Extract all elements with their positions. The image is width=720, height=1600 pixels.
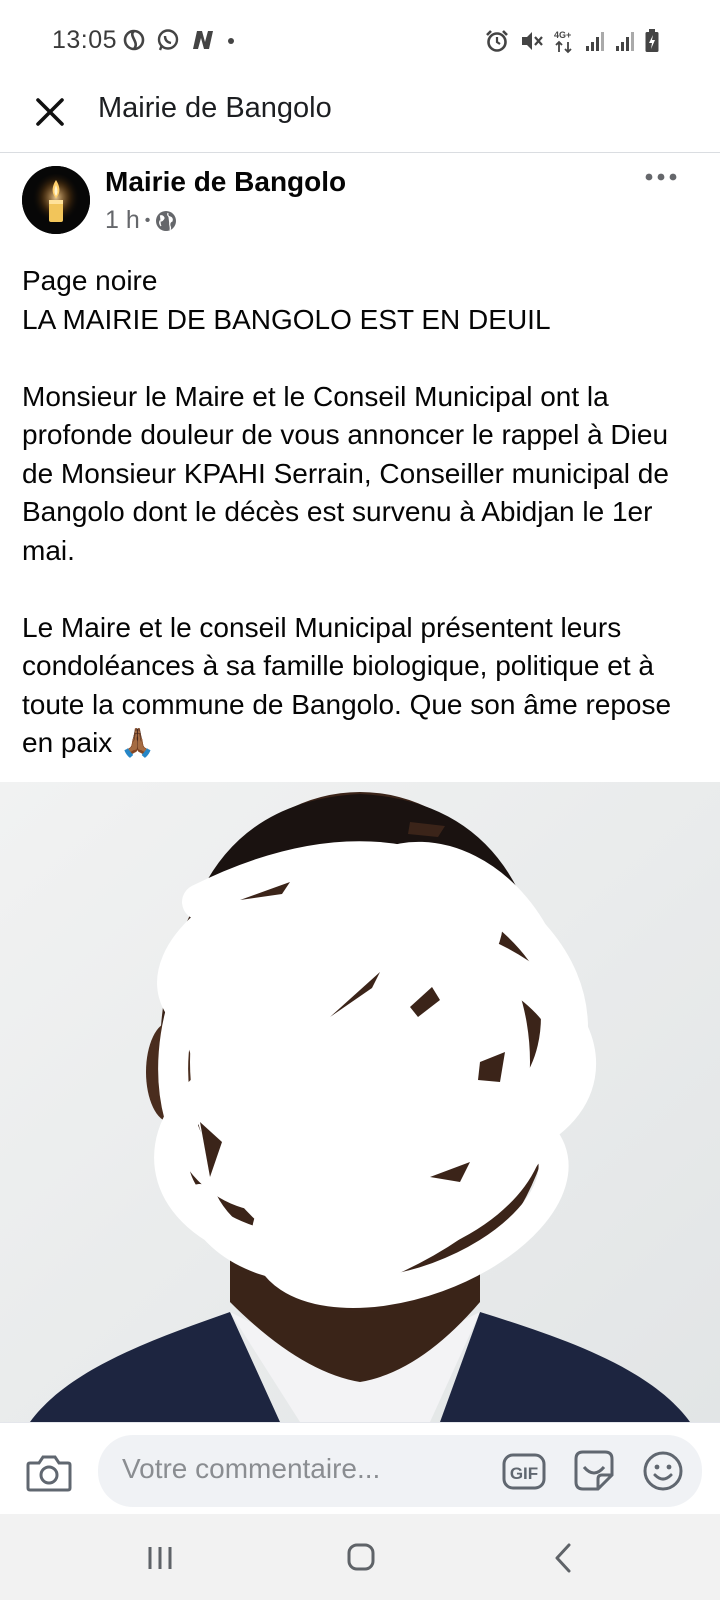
home-icon bbox=[347, 1543, 375, 1571]
status-bar: 13:05 4G+ bbox=[0, 0, 720, 80]
emoji-button[interactable] bbox=[642, 1450, 684, 1492]
top-bar: Mairie de Bangolo bbox=[0, 80, 720, 153]
system-nav-bar bbox=[0, 1514, 720, 1600]
avatar[interactable] bbox=[22, 166, 90, 234]
globe-icon bbox=[156, 210, 177, 231]
notification-dot-icon bbox=[228, 38, 234, 44]
home-button[interactable] bbox=[346, 1542, 376, 1572]
back-icon bbox=[555, 1543, 571, 1573]
status-right-icons: 4G+ bbox=[484, 28, 660, 54]
praying-hands-emoji: 🙏🏾 bbox=[120, 727, 155, 758]
whatsapp-icon bbox=[157, 29, 179, 51]
post-paragraph-1: Monsieur le Maire et le Conseil Municipa… bbox=[22, 380, 669, 566]
recents-button[interactable] bbox=[145, 1544, 175, 1572]
post-line-1: Page noire bbox=[22, 265, 158, 296]
recents-icon bbox=[148, 1547, 172, 1569]
post-author[interactable]: Mairie de Bangolo bbox=[105, 166, 346, 198]
camera-icon bbox=[26, 1455, 72, 1492]
post-header: Mairie de Bangolo 1 h • bbox=[0, 152, 720, 252]
post-body: Page noire LA MAIRIE DE BANGOLO EST EN D… bbox=[22, 262, 702, 763]
comment-bar: Votre commentaire... GIF bbox=[0, 1422, 720, 1515]
post-time[interactable]: 1 h bbox=[105, 206, 140, 235]
smiley-icon bbox=[643, 1451, 683, 1491]
alarm-icon bbox=[486, 30, 508, 52]
network-4g-label: 4G+ bbox=[554, 30, 571, 40]
post-meta: 1 h • bbox=[105, 206, 177, 235]
close-icon bbox=[36, 98, 64, 126]
status-time: 13:05 bbox=[52, 26, 118, 54]
post-paragraph-2: Le Maire et le conseil Municipal présent… bbox=[22, 609, 702, 763]
comment-placeholder: Votre commentaire... bbox=[122, 1453, 381, 1484]
back-button[interactable] bbox=[552, 1542, 574, 1574]
portrait-photo bbox=[0, 782, 720, 1422]
gif-icon: GIF bbox=[502, 1453, 546, 1490]
mute-icon bbox=[522, 32, 543, 50]
meta-separator: • bbox=[144, 211, 151, 229]
more-dots-icon bbox=[645, 173, 677, 181]
post-line-2: LA MAIRIE DE BANGOLO EST EN DEUIL bbox=[22, 303, 551, 335]
close-button[interactable] bbox=[30, 92, 70, 132]
gif-button[interactable]: GIF bbox=[502, 1452, 546, 1492]
camera-button[interactable] bbox=[26, 1453, 72, 1493]
candle-icon bbox=[22, 166, 90, 234]
signal-icon bbox=[586, 32, 604, 51]
swirl-app-icon bbox=[123, 29, 145, 51]
page-title: Mairie de Bangolo bbox=[98, 92, 332, 124]
sticker-icon bbox=[574, 1450, 614, 1491]
sticker-button[interactable] bbox=[572, 1449, 616, 1493]
status-left-icons bbox=[122, 28, 236, 52]
post-image[interactable] bbox=[0, 782, 720, 1422]
more-button[interactable] bbox=[644, 170, 678, 184]
battery-charging-icon bbox=[645, 29, 659, 52]
n-app-icon bbox=[193, 31, 213, 49]
gif-label: GIF bbox=[510, 1464, 538, 1483]
signal-icon bbox=[616, 32, 634, 51]
network-4g-icon: 4G+ bbox=[554, 30, 572, 54]
